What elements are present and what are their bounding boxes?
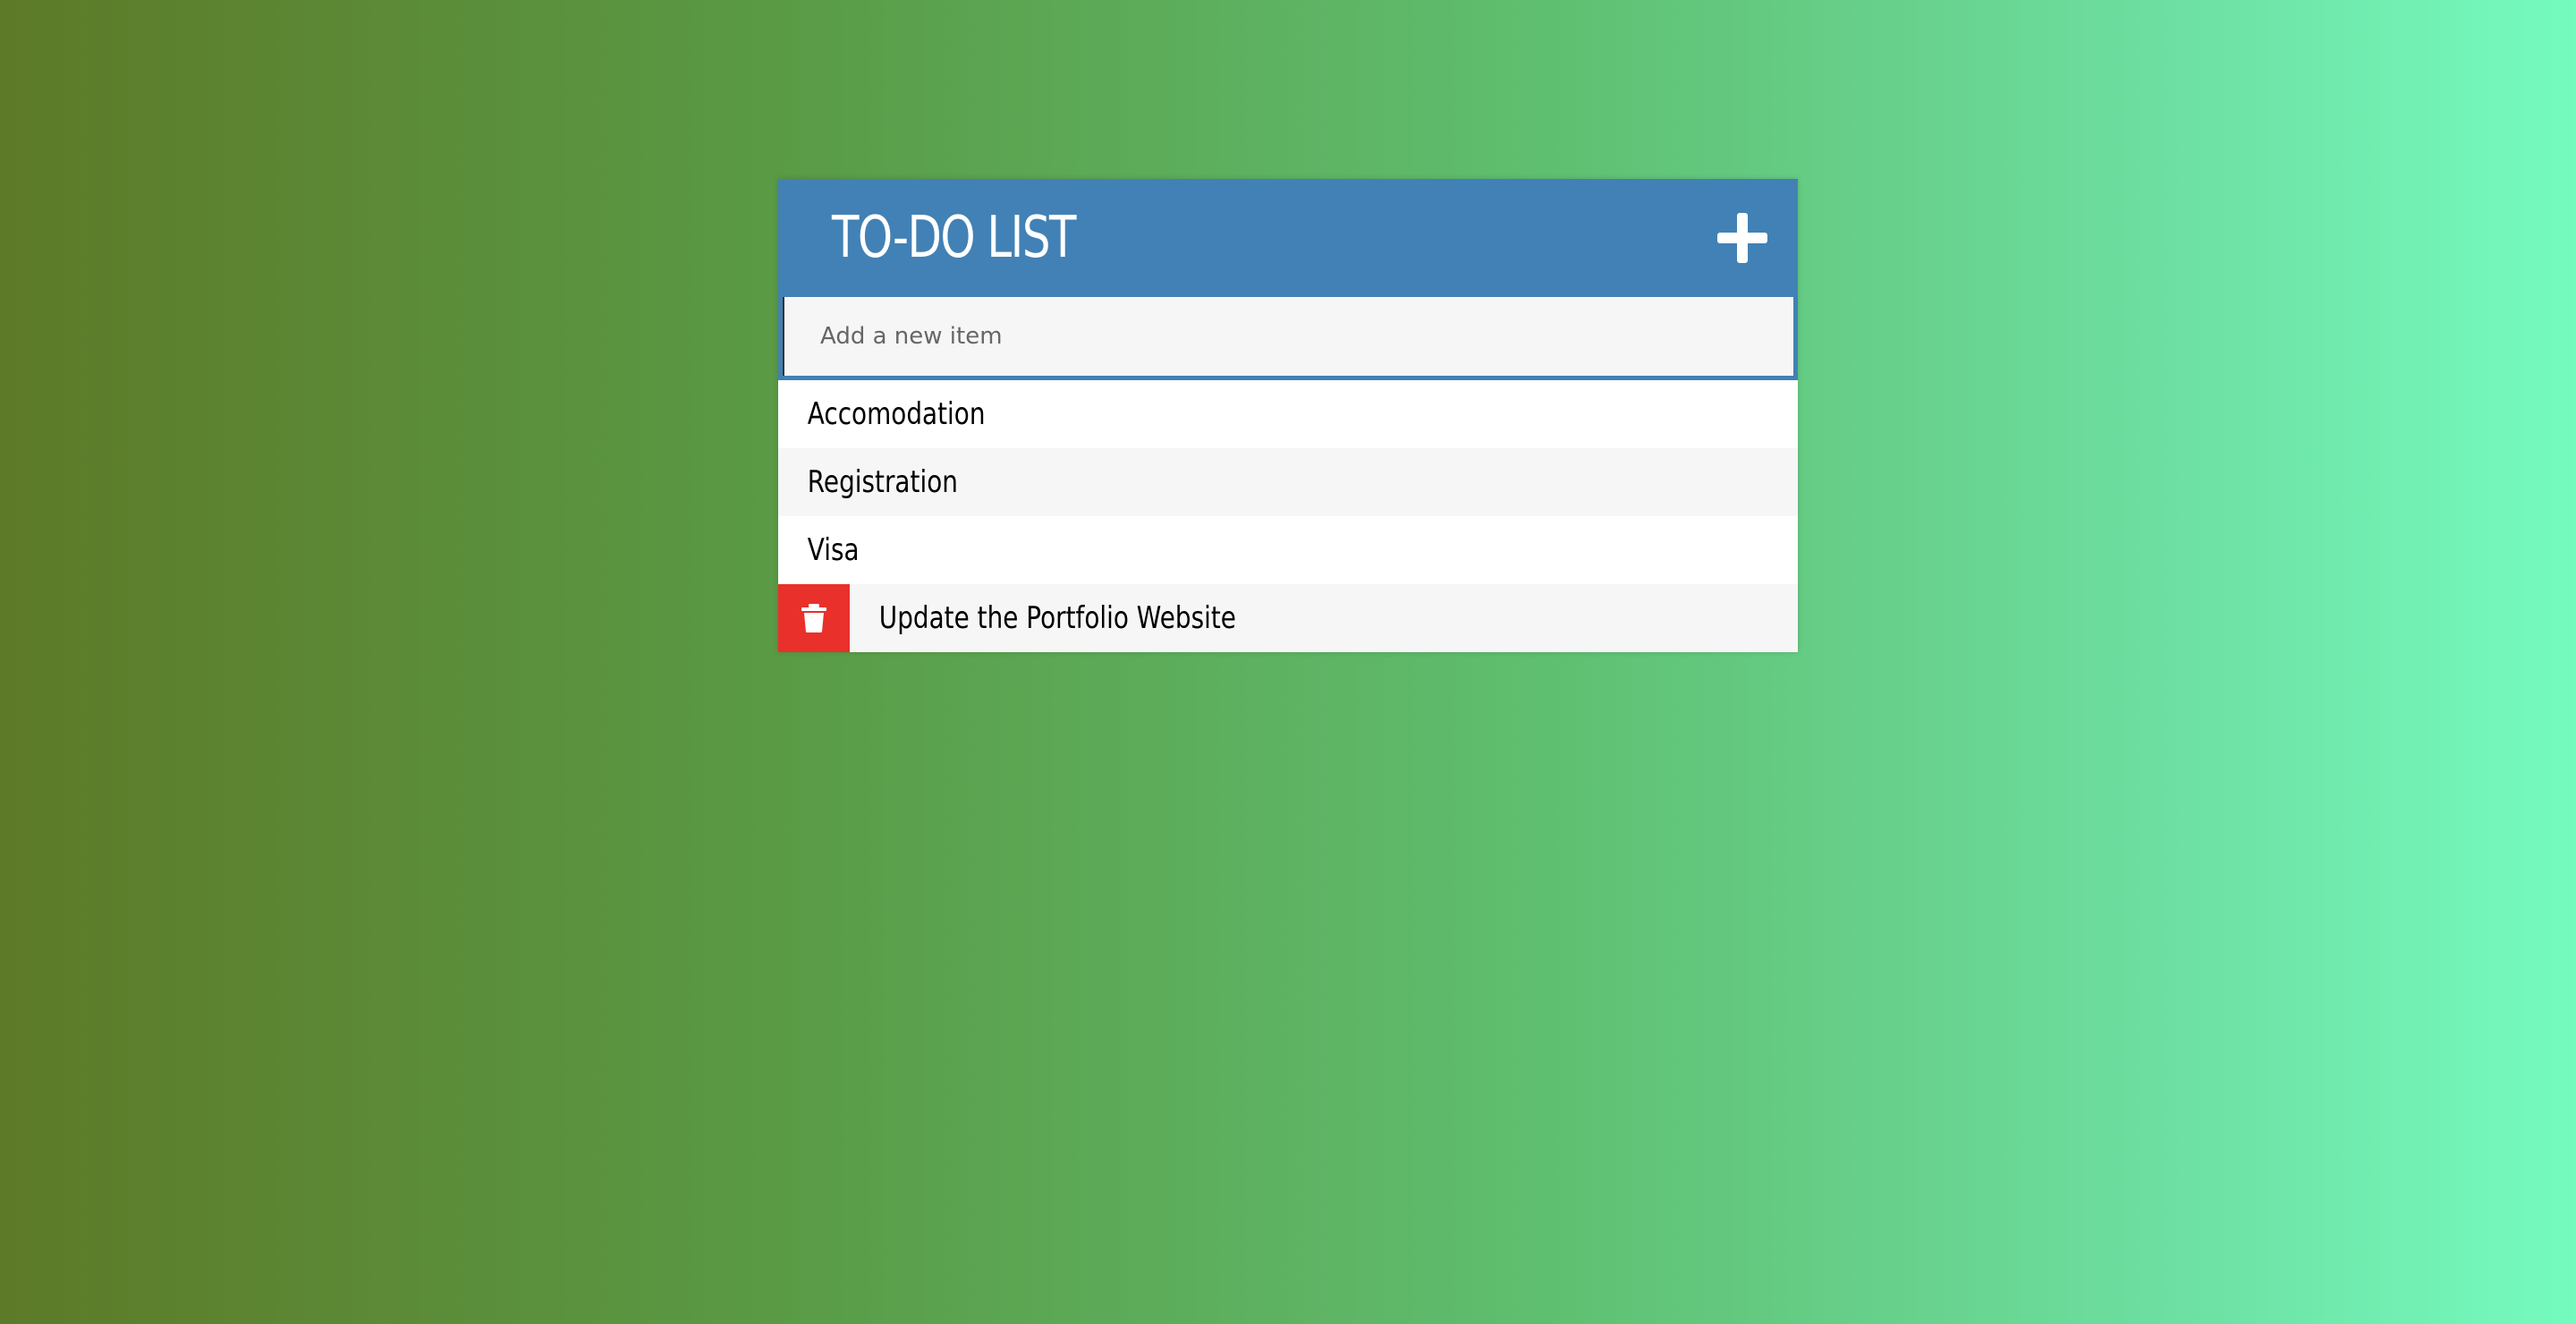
trash-icon bbox=[801, 604, 826, 632]
todo-item-update-portfolio[interactable]: Update the Portfolio Website bbox=[778, 584, 1798, 652]
todo-item-registration[interactable]: Registration bbox=[778, 448, 1798, 516]
new-item-input-wrapper bbox=[778, 297, 1798, 380]
plus-icon[interactable] bbox=[1714, 209, 1771, 267]
todo-item-label: Registration bbox=[807, 464, 958, 500]
todo-item-label: Visa bbox=[807, 532, 860, 568]
todo-card: TO-DO LIST Accomodation Registration Vis… bbox=[778, 179, 1798, 652]
todo-item-label: Accomodation bbox=[807, 396, 986, 432]
new-item-input[interactable] bbox=[783, 297, 1793, 376]
todo-item-label: Update the Portfolio Website bbox=[878, 600, 1236, 636]
page-title: TO-DO LIST bbox=[832, 205, 1076, 271]
todo-header: TO-DO LIST bbox=[778, 179, 1798, 297]
todo-list: Accomodation Registration Visa Update th… bbox=[778, 380, 1798, 652]
delete-button[interactable] bbox=[778, 584, 850, 652]
todo-item-accomodation[interactable]: Accomodation bbox=[778, 380, 1798, 448]
todo-item-visa[interactable]: Visa bbox=[778, 516, 1798, 584]
